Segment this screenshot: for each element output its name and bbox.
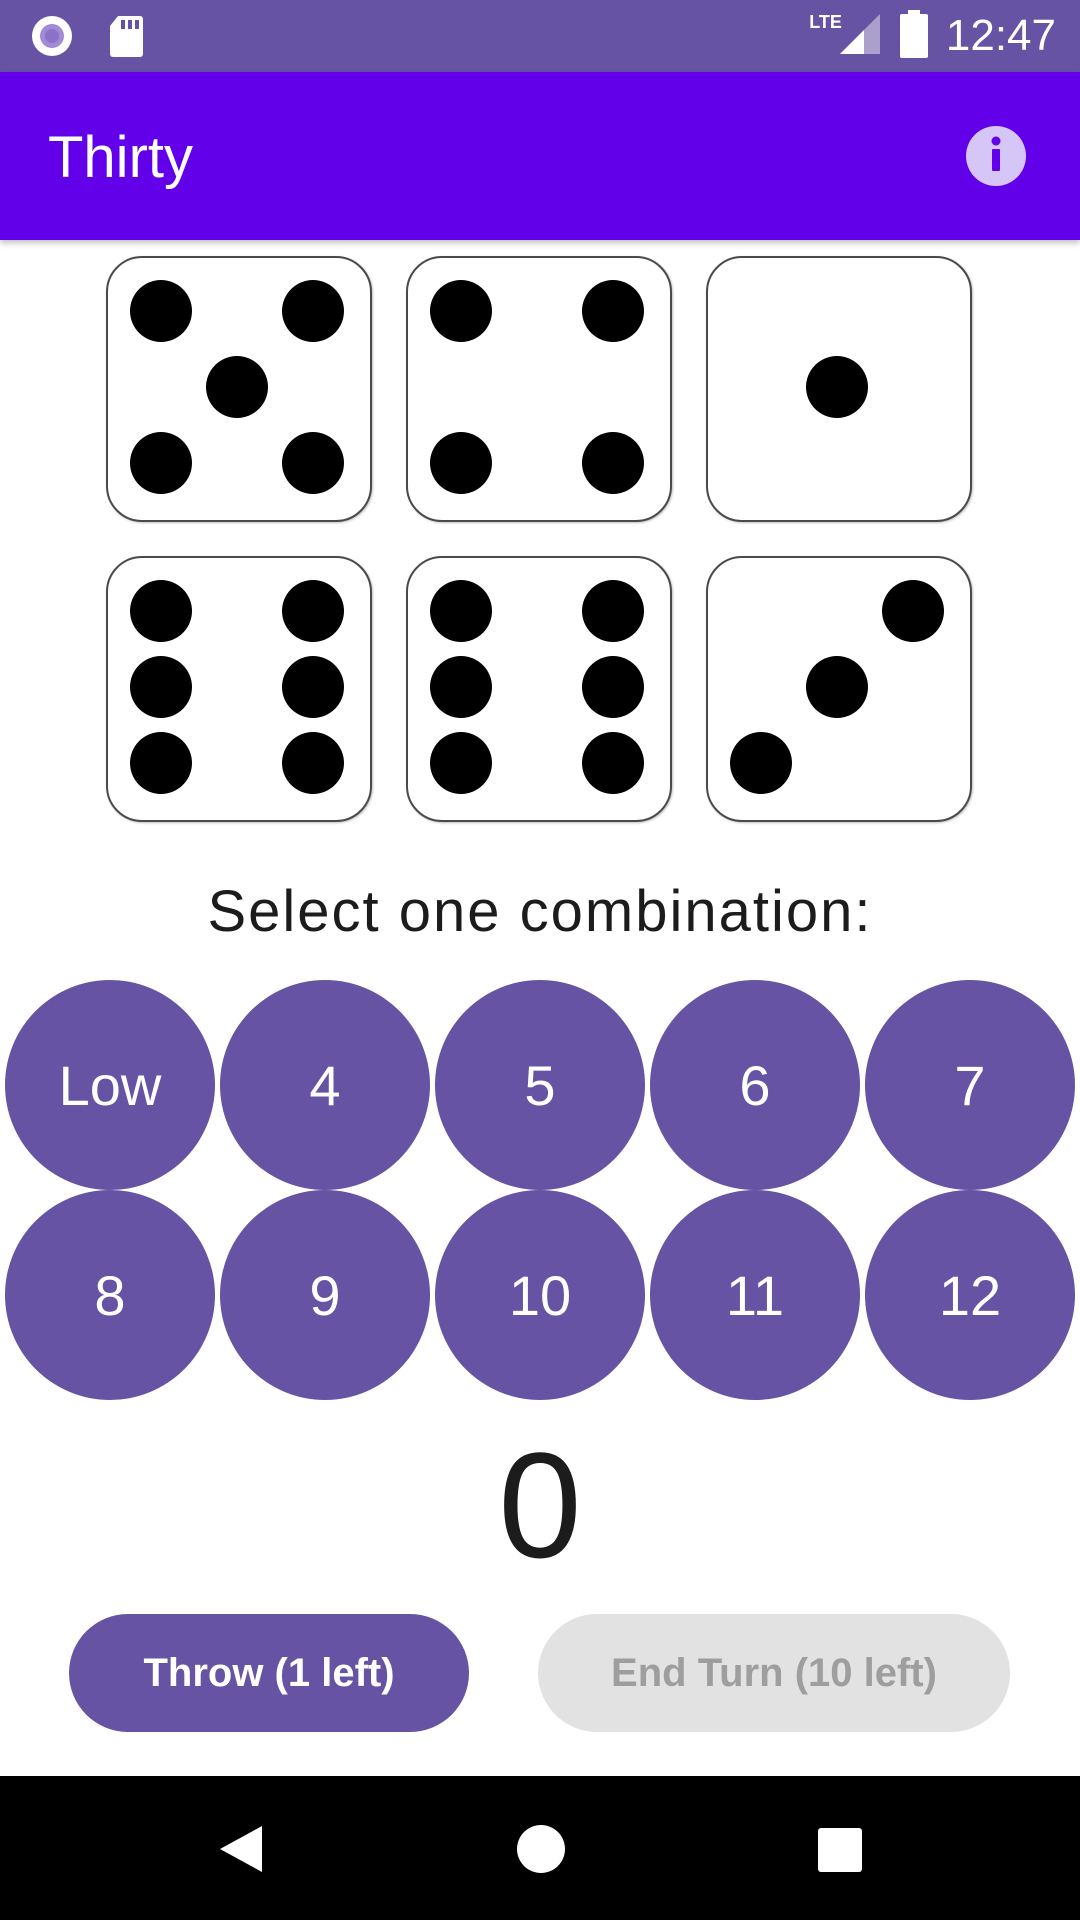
die-pip: [430, 580, 492, 642]
die-3[interactable]: [706, 256, 972, 522]
clock: 12:47: [945, 11, 1056, 60]
die-pip: [130, 280, 192, 342]
die-pip: [582, 732, 644, 794]
die-pip: [206, 356, 268, 418]
throw-button[interactable]: Throw (1 left): [69, 1614, 469, 1732]
die-pip: [430, 280, 492, 342]
die-pip: [430, 656, 492, 718]
recents-icon[interactable]: [818, 1828, 862, 1877]
status-bar: LTE 12:47: [0, 0, 1080, 72]
die-pip: [130, 432, 192, 494]
die-pip: [282, 656, 344, 718]
info-button[interactable]: [966, 126, 1026, 186]
die-pip: [806, 656, 868, 718]
die-pip: [282, 280, 344, 342]
record-icon: [30, 14, 74, 63]
die-6[interactable]: [706, 556, 972, 822]
network-type: LTE: [809, 11, 842, 32]
signal-icon: [838, 12, 882, 61]
status-right: LTE 12:47: [809, 0, 1056, 72]
combination-grid: Low 4 5 6 7 8 9 10 11 12: [5, 980, 1075, 1400]
end-turn-button[interactable]: End Turn (10 left): [538, 1614, 1010, 1732]
info-icon: [981, 134, 1011, 179]
die-pip: [130, 656, 192, 718]
die-pip: [130, 732, 192, 794]
die-pip: [430, 732, 492, 794]
app-bar: Thirty: [0, 72, 1080, 240]
die-4[interactable]: [106, 556, 372, 822]
combination-low[interactable]: Low: [5, 980, 215, 1190]
die-2[interactable]: [406, 256, 672, 522]
die-pip: [282, 580, 344, 642]
die-5[interactable]: [406, 556, 672, 822]
combination-11[interactable]: 11: [650, 1190, 860, 1400]
navigation-bar: [0, 1776, 1080, 1920]
combination-12[interactable]: 12: [865, 1190, 1075, 1400]
combination-4[interactable]: 4: [220, 980, 430, 1190]
combination-8[interactable]: 8: [5, 1190, 215, 1400]
combination-6[interactable]: 6: [650, 980, 860, 1190]
die-pip: [582, 280, 644, 342]
combination-9[interactable]: 9: [220, 1190, 430, 1400]
battery-icon: [899, 9, 928, 63]
die-pip: [430, 432, 492, 494]
combination-7[interactable]: 7: [865, 980, 1075, 1190]
die-pip: [582, 580, 644, 642]
back-icon[interactable]: [216, 1824, 266, 1879]
status-left: [30, 14, 144, 63]
combination-prompt: Select one combination:: [207, 879, 873, 944]
combination-10[interactable]: 10: [435, 1190, 645, 1400]
home-icon[interactable]: [516, 1824, 566, 1879]
score-value: 0: [498, 1421, 582, 1589]
die-pip: [582, 656, 644, 718]
dice-grid: [106, 256, 976, 826]
die-pip: [882, 580, 944, 642]
die-pip: [806, 356, 868, 418]
die-pip: [582, 432, 644, 494]
die-pip: [730, 732, 792, 794]
die-pip: [282, 432, 344, 494]
die-pip: [130, 580, 192, 642]
combination-5[interactable]: 5: [435, 980, 645, 1190]
sd-card-icon: [108, 14, 144, 63]
die-pip: [282, 732, 344, 794]
app-title: Thirty: [48, 125, 193, 190]
die-1[interactable]: [106, 256, 372, 522]
